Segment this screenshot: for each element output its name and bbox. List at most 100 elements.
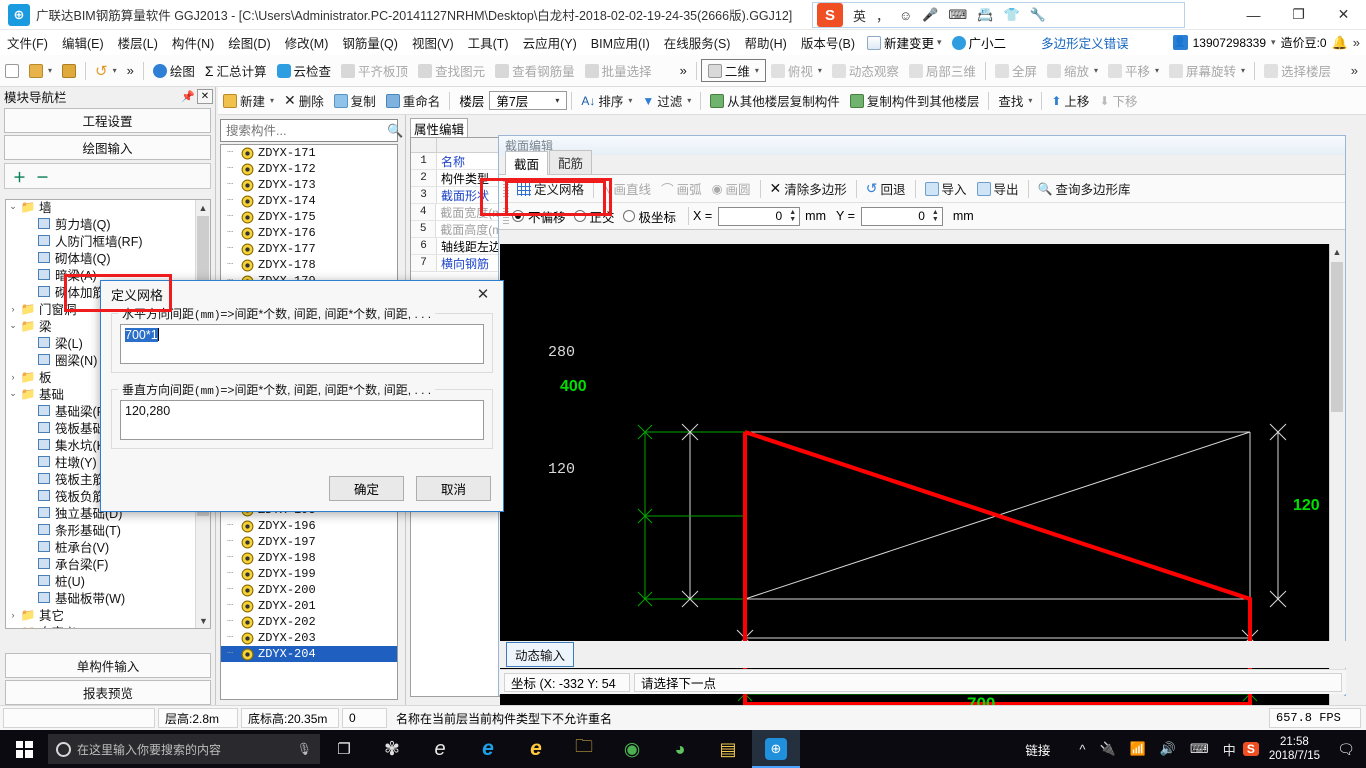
y-spinner-icon[interactable]: ▲ ▼ <box>929 208 942 225</box>
copy-from-other-floor-button[interactable]: 从其他楼层复制构件 <box>705 89 845 112</box>
menu-edit[interactable]: 编辑(E) <box>55 31 111 54</box>
menu-floor[interactable]: 楼层(L) <box>111 31 165 54</box>
tree-item[interactable]: 承台梁(F) <box>6 555 195 572</box>
new-chevron-down-icon[interactable]: ▾ <box>270 96 274 105</box>
project-settings-button[interactable]: 工程设置 <box>4 108 211 133</box>
ime-skin-icon[interactable]: 👕 <box>1003 7 1019 23</box>
view-2d-chevron-down-icon[interactable]: ▾ <box>755 66 759 75</box>
ime-punctuation-icon[interactable]: ， <box>876 6 889 25</box>
vertical-spacing-input[interactable]: 120,280 <box>120 400 484 440</box>
tree-item[interactable]: ⌄ 📁 墙 <box>6 200 195 215</box>
rename-component-button[interactable]: 重命名 <box>381 89 446 112</box>
new-file-button[interactable] <box>0 62 24 80</box>
radio-no-offset[interactable]: 不偏移 <box>512 207 566 226</box>
action-center-button[interactable]: 🗨 <box>1330 730 1362 768</box>
taskbar-search[interactable]: 在这里输入你要搜索的内容 🎙 <box>48 734 320 764</box>
toolbar-overflow-2[interactable]: » <box>675 61 692 80</box>
tree-item[interactable]: › 📁 其它 <box>6 606 195 624</box>
undo-chevron-down-icon[interactable]: ▾ <box>113 66 117 75</box>
floor-chevron-down-icon[interactable]: ▾ <box>550 96 564 105</box>
draw-line-button[interactable]: ╲ 画直线 <box>598 177 656 200</box>
menu-draw[interactable]: 绘图(D) <box>221 31 277 54</box>
chevron-down-icon[interactable]: ▾ <box>937 37 942 48</box>
cloud-check-button[interactable]: 云检查 <box>272 59 337 82</box>
component-list-item[interactable]: ┈ ZDYX-175 <box>221 209 397 225</box>
menu-view[interactable]: 视图(V) <box>405 31 461 54</box>
offset-toolbar-grip[interactable] <box>503 208 509 224</box>
rotate-chevron-down-icon[interactable]: ▾ <box>1241 66 1245 75</box>
volume-icon[interactable]: 🔊 <box>1153 741 1183 757</box>
toolbar-overflow-1[interactable]: » <box>122 61 139 80</box>
import-button[interactable]: 导入 <box>920 177 972 200</box>
menu-file[interactable]: 文件(F) <box>0 31 55 54</box>
batch-select-button[interactable]: 批量选择 <box>580 59 657 82</box>
search-input[interactable] <box>221 121 387 140</box>
select-floor-button[interactable]: 选择楼层 <box>1259 59 1336 82</box>
tab-property-editor[interactable]: 属性编辑 <box>410 118 468 137</box>
task-view-button[interactable]: ❐ <box>320 730 368 768</box>
start-button[interactable] <box>0 730 48 768</box>
tree-item[interactable]: 人防门框墙(RF) <box>6 232 195 249</box>
ime-mode-label[interactable]: 英 <box>853 6 866 25</box>
screen-rotate-button[interactable]: 屏幕旋转 ▾ <box>1164 59 1250 82</box>
taskbar-app-notepad[interactable]: ▤ <box>704 730 752 768</box>
component-list-item[interactable]: ┈ ZDYX-200 <box>221 582 397 598</box>
ime-mode-icon[interactable]: 中 <box>1216 740 1243 759</box>
component-list-item[interactable]: ┈ ZDYX-174 <box>221 193 397 209</box>
chevron-down-icon[interactable]: ⌄ <box>6 320 20 331</box>
expand-all-icon[interactable]: ＋ <box>13 167 26 186</box>
pan-button[interactable]: 平移 ▾ <box>1103 59 1164 82</box>
delete-component-button[interactable]: ✕ 删除 <box>279 89 329 112</box>
view-2d-button[interactable]: 二维 ▾ <box>700 59 766 82</box>
x-input[interactable]: 0 ▲ ▼ <box>718 206 801 226</box>
zoom-button[interactable]: 缩放 ▾ <box>1042 59 1103 82</box>
close-button[interactable]: ✕ <box>1321 0 1366 30</box>
sort-chevron-down-icon[interactable]: ▾ <box>628 96 632 105</box>
summary-calc-button[interactable]: Σ 汇总计算 <box>200 59 272 82</box>
close-icon[interactable]: ✕ <box>197 89 213 104</box>
copy-to-other-floor-button[interactable]: 复制构件到其他楼层 <box>845 89 985 112</box>
microphone-icon[interactable]: 🎙 <box>297 742 312 756</box>
toolbar-grip[interactable] <box>503 180 509 197</box>
draw-arc-button[interactable]: ⌒ 画弧 <box>656 177 707 200</box>
ime-voice-icon[interactable]: 🎤 <box>922 7 938 23</box>
battery-icon[interactable]: 🔌 <box>1092 741 1122 757</box>
ime-card-icon[interactable]: 📇 <box>977 7 993 23</box>
component-list-item[interactable]: ┈ ZDYX-198 <box>221 550 397 566</box>
menu-help[interactable]: 帮助(H) <box>737 31 793 54</box>
component-list-item[interactable]: ┈ ZDYX-204 <box>221 646 397 662</box>
search-component-box[interactable]: 🔍 <box>220 119 403 142</box>
clear-polygon-button[interactable]: ✕ 清除多边形 <box>765 177 852 200</box>
flush-slab-top-button[interactable]: 平齐板顶 <box>336 59 413 82</box>
link-label[interactable]: 链接 <box>1018 740 1072 759</box>
dynamic-observe-button[interactable]: 动态观察 <box>827 59 904 82</box>
component-list-item[interactable]: ┈ ZDYX-203 <box>221 630 397 646</box>
tree-item[interactable]: 剪力墙(Q) <box>6 215 195 232</box>
scroll-up-icon[interactable]: ▲ <box>196 200 210 215</box>
save-button[interactable] <box>57 62 81 80</box>
draw-button[interactable]: 绘图 <box>148 59 200 82</box>
floor-select[interactable]: 第7层 ▾ <box>489 91 568 110</box>
sort-button[interactable]: A↓ 排序 ▾ <box>576 89 637 112</box>
component-list-item[interactable]: ┈ ZDYX-199 <box>221 566 397 582</box>
canvas-scroll-thumb[interactable] <box>1331 262 1343 412</box>
tab-section[interactable]: 截面 <box>505 151 549 175</box>
account-label[interactable]: 13907298339 <box>1193 36 1266 50</box>
chevron-right-icon[interactable]: › <box>6 304 20 314</box>
new-change-button[interactable]: 新建变更 ▾ <box>862 32 947 53</box>
component-list-item[interactable]: ┈ ZDYX-178 <box>221 257 397 273</box>
copy-component-button[interactable]: 复制 <box>329 89 381 112</box>
search-icon[interactable]: 🔍 <box>387 123 403 139</box>
tray-overflow-icon[interactable]: ^ <box>1072 742 1092 757</box>
taskbar-app-chrome[interactable]: ◉ <box>608 730 656 768</box>
single-component-input-button[interactable]: 单构件输入 <box>5 653 211 678</box>
chevron-right-icon[interactable]: › <box>6 372 20 382</box>
find-button[interactable]: 查找 ▾ <box>993 89 1037 112</box>
filter-chevron-down-icon[interactable]: ▾ <box>687 96 691 105</box>
chevron-down-icon[interactable]: ⌄ <box>6 201 20 212</box>
tree-item[interactable]: 砌体墙(Q) <box>6 249 195 266</box>
component-list-item[interactable]: ┈ ZDYX-202 <box>221 614 397 630</box>
open-chevron-down-icon[interactable]: ▾ <box>48 66 52 75</box>
tree-item[interactable]: 桩(U) <box>6 572 195 589</box>
menu-modify[interactable]: 修改(M) <box>278 31 336 54</box>
